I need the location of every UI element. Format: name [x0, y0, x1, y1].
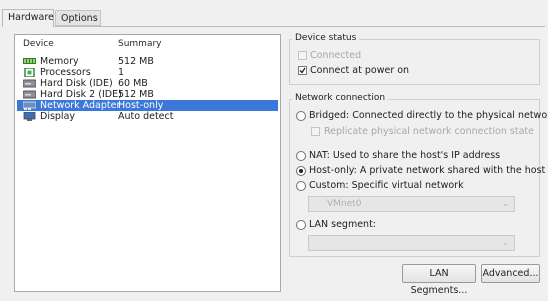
connected-label: Connected: [310, 50, 362, 61]
device-row-display[interactable]: Display Auto detect: [17, 111, 278, 122]
device-name: Memory: [40, 56, 79, 67]
nat-radio[interactable]: [296, 151, 306, 161]
custom-network-dropdown[interactable]: VMnet0 ⌄: [308, 196, 515, 212]
tab-options[interactable]: Options: [55, 10, 101, 26]
checkmark-icon: [299, 67, 306, 74]
advanced-button[interactable]: Advanced...: [481, 264, 540, 283]
device-row-processors[interactable]: Processors 1: [17, 67, 278, 78]
chevron-down-icon: ⌄: [502, 199, 509, 208]
device-summary: 1: [118, 67, 125, 78]
custom-network-value: VMnet0: [327, 199, 362, 209]
connected-checkbox[interactable]: [298, 51, 307, 60]
hard-disk-icon: [23, 79, 36, 88]
hard-disk-icon: [23, 90, 36, 99]
device-name: Hard Disk (IDE): [40, 78, 113, 89]
network-connection-title: Network connection: [292, 93, 389, 103]
tab-hardware[interactable]: Hardware: [2, 9, 54, 27]
chevron-down-icon: ⌄: [502, 238, 509, 247]
device-name: Display: [40, 111, 76, 122]
device-summary: Auto detect: [118, 111, 174, 122]
bridged-label: Bridged: Connected directly to the physi…: [309, 110, 548, 121]
tab-divider: [2, 26, 545, 27]
device-name: Network Adapter: [40, 100, 121, 111]
replicate-checkbox[interactable]: [311, 127, 320, 136]
lan-segment-dropdown[interactable]: ⌄: [308, 235, 515, 251]
lan-segment-radio[interactable]: [296, 220, 306, 230]
network-connection-group: [289, 99, 540, 257]
device-row-memory[interactable]: Memory 512 MB: [17, 56, 278, 67]
device-row-hard-disk-2[interactable]: Hard Disk 2 (IDE) 512 MB: [17, 89, 278, 100]
custom-radio[interactable]: [296, 181, 306, 191]
device-list[interactable]: Device Summary Memory 512 MB Processors …: [14, 34, 281, 292]
device-summary: 60 MB: [118, 78, 148, 89]
device-row-network-adapter[interactable]: Network Adapter Host-only: [17, 100, 278, 111]
device-row-hard-disk[interactable]: Hard Disk (IDE) 60 MB: [17, 78, 278, 89]
display-icon: [23, 112, 36, 121]
memory-icon: [23, 58, 36, 64]
network-adapter-icon: [23, 101, 36, 110]
device-summary: Host-only: [118, 100, 164, 111]
host-only-radio[interactable]: [296, 166, 306, 176]
lan-segment-label: LAN segment:: [309, 219, 377, 230]
nat-label: NAT: Used to share the host's IP address: [309, 150, 501, 161]
column-header-device[interactable]: Device: [23, 39, 54, 49]
bridged-radio[interactable]: [296, 111, 306, 121]
device-status-group: [289, 39, 540, 85]
custom-label: Custom: Specific virtual network: [309, 180, 464, 191]
host-only-label: Host-only: A private network shared with…: [309, 165, 546, 176]
connect-at-power-on-label: Connect at power on: [310, 65, 410, 76]
device-name: Processors: [40, 67, 91, 78]
device-summary: 512 MB: [118, 89, 154, 100]
replicate-label: Replicate physical network connection st…: [324, 126, 534, 137]
processor-icon: [24, 68, 35, 77]
device-status-title: Device status: [292, 33, 360, 43]
connect-at-power-on-checkbox[interactable]: [298, 66, 307, 75]
device-summary: 512 MB: [118, 56, 154, 67]
device-name: Hard Disk 2 (IDE): [40, 89, 122, 100]
column-header-summary[interactable]: Summary: [118, 39, 162, 49]
lan-segments-button[interactable]: LAN Segments...: [402, 264, 476, 296]
